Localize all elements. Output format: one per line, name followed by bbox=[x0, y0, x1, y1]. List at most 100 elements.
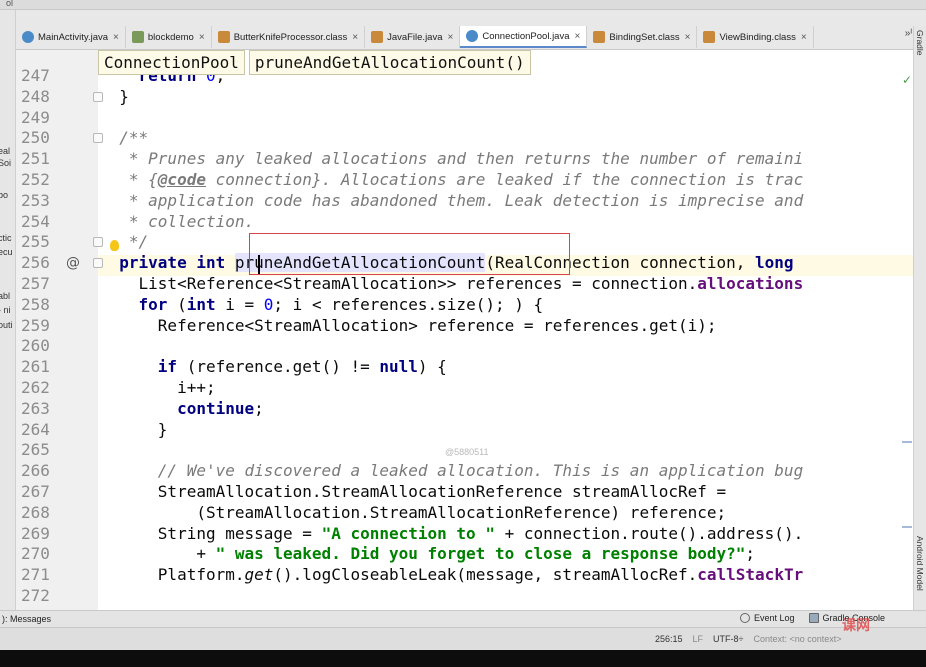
code-line[interactable]: */ bbox=[100, 232, 148, 253]
code-token: callStackTr bbox=[697, 565, 804, 585]
code-line[interactable]: * Prunes any leaked allocations and then… bbox=[100, 149, 803, 170]
code-token: (StreamAllocation.StreamAllocationRefere… bbox=[100, 502, 727, 522]
code-line[interactable]: for (int i = 0; i < references.size(); )… bbox=[100, 294, 544, 316]
code-line[interactable]: /** bbox=[100, 128, 148, 149]
code-token: i++; bbox=[100, 378, 216, 397]
fold-toggle-icon[interactable] bbox=[93, 258, 103, 269]
tab-mainactivity-java[interactable]: MainActivity.java × bbox=[16, 26, 126, 48]
code-editor[interactable]: return 0; } /** * Prunes any leaked allo… bbox=[98, 50, 913, 610]
tab-connectionpool-java[interactable]: ConnectionPool.java × bbox=[460, 26, 588, 48]
video-watermark-id: @5880511 bbox=[445, 447, 489, 457]
code-line[interactable]: * collection. bbox=[100, 212, 254, 233]
code-line[interactable]: String message = "A connection to " + co… bbox=[100, 524, 803, 545]
line-number: 262 bbox=[21, 378, 50, 397]
code-token: int bbox=[186, 294, 226, 314]
code-token: 0 bbox=[263, 294, 274, 314]
tab-butterknifeprocessor-class[interactable]: ButterKnifeProcessor.class × bbox=[212, 26, 366, 48]
code-line[interactable]: Platform.get().logCloseableLeak(message,… bbox=[100, 565, 803, 586]
file-encoding[interactable]: UTF-8÷ bbox=[713, 634, 743, 644]
code-token: String message = bbox=[100, 523, 322, 543]
close-tab-icon[interactable]: × bbox=[575, 31, 581, 42]
tab-blockdemo[interactable]: blockdemo × bbox=[126, 26, 212, 48]
code-token: * Prunes any leaked allocations and then… bbox=[100, 149, 804, 169]
close-tab-icon[interactable]: × bbox=[448, 32, 454, 43]
tab-label: ButterKnifeProcessor.class bbox=[233, 31, 348, 43]
close-tab-icon[interactable]: × bbox=[352, 32, 358, 43]
context-indicator[interactable]: Context: <no context> bbox=[754, 634, 842, 644]
code-token: /** bbox=[100, 128, 149, 148]
code-line[interactable]: // We've discovered a leaked allocation.… bbox=[100, 461, 803, 482]
left-tool-panel-edge: eal Soi bo ctic ecu abl - ni outi bbox=[0, 10, 16, 610]
code-token: i = bbox=[225, 294, 264, 314]
code-line[interactable]: if (reference.get() != null) { bbox=[100, 357, 447, 378]
close-tab-icon[interactable]: × bbox=[685, 32, 691, 43]
breadcrumb-method[interactable]: pruneAndGetAllocationCount() bbox=[248, 50, 531, 75]
code-line[interactable]: Reference<StreamAllocation> reference = … bbox=[100, 316, 717, 337]
code-line[interactable]: } bbox=[100, 420, 168, 441]
close-tab-icon[interactable]: × bbox=[801, 32, 807, 43]
tab-bindingset-class[interactable]: BindingSet.class × bbox=[587, 26, 698, 48]
tab-label: BindingSet.class bbox=[609, 31, 680, 43]
code-line[interactable]: * {@code connection}. Allocations are le… bbox=[100, 170, 803, 191]
line-number: 258 bbox=[21, 294, 50, 314]
gradle-tool-window-tab[interactable]: Gradle bbox=[915, 30, 925, 56]
code-line[interactable]: continue; bbox=[100, 399, 264, 420]
fold-toggle-icon[interactable] bbox=[93, 91, 103, 102]
code-token: ; bbox=[745, 544, 756, 564]
code-token: null bbox=[379, 357, 418, 377]
caret-position[interactable]: 256:15 bbox=[655, 634, 683, 644]
file-encoding-label: UTF-8 bbox=[713, 634, 739, 644]
intention-bulb-icon[interactable] bbox=[110, 240, 119, 251]
event-log-icon bbox=[740, 613, 750, 623]
code-token: + connection.route().address(). bbox=[494, 523, 804, 543]
scrollbar-marker[interactable] bbox=[902, 441, 912, 443]
code-line[interactable]: + " was leaked. Did you forget to close … bbox=[100, 544, 755, 565]
override-gutter-icon[interactable]: @ bbox=[66, 255, 80, 271]
code-token: ) { bbox=[417, 357, 447, 377]
breadcrumb-class[interactable]: ConnectionPool bbox=[98, 50, 245, 75]
code-line[interactable]: List<Reference<StreamAllocation>> refere… bbox=[100, 274, 804, 295]
letterbox-bar bbox=[0, 650, 926, 667]
close-tab-icon[interactable]: × bbox=[113, 32, 119, 43]
left-panel-fragment: bo bbox=[0, 190, 9, 200]
ide-window: ol eal Soi bo ctic ecu abl - ni outi MainActivi… bbox=[0, 0, 926, 650]
line-number: 271 bbox=[21, 565, 50, 585]
java-file-icon bbox=[371, 31, 384, 43]
encoding-dropdown-icon: ÷ bbox=[738, 634, 744, 644]
fold-toggle-icon[interactable] bbox=[93, 237, 103, 248]
status-bar: 256:15 LF UTF-8÷ Context: <no context> bbox=[0, 627, 926, 650]
tab-overflow-icon[interactable]: »ᴵ bbox=[905, 28, 912, 39]
code-token: long bbox=[755, 253, 794, 273]
event-log-button[interactable]: Event Log bbox=[740, 613, 795, 623]
code-token: + bbox=[100, 544, 216, 564]
tab-viewbinding-class[interactable]: ViewBinding.class × bbox=[697, 26, 814, 48]
code-token: * { bbox=[100, 170, 158, 189]
tab-label: blockdemo bbox=[147, 31, 194, 43]
tab-javafile-java[interactable]: JavaFile.java × bbox=[365, 26, 461, 48]
inspection-ok-icon[interactable]: ✓ bbox=[902, 73, 912, 87]
text-caret bbox=[258, 255, 260, 274]
tab-label: JavaFile.java bbox=[387, 31, 443, 43]
tool-window-bar: ): Messages Event Log Gradle Console bbox=[0, 610, 926, 627]
code-line[interactable]: (StreamAllocation.StreamAllocationRefere… bbox=[100, 503, 726, 524]
editor-gutter[interactable]: 247 248 249 250 251 252 253 254 255 256 257 258 259 2… bbox=[16, 50, 98, 610]
code-line[interactable]: } bbox=[100, 87, 129, 108]
code-line[interactable]: i++; bbox=[100, 378, 216, 399]
code-token: List<Reference<StreamAllocation>> refere… bbox=[100, 274, 698, 293]
android-model-tool-window-tab[interactable]: Android Model bbox=[915, 536, 925, 591]
line-number: 251 bbox=[21, 149, 50, 169]
left-panel-fragment: outi bbox=[0, 320, 13, 330]
scrollbar-marker[interactable] bbox=[902, 526, 912, 528]
code-token: ; bbox=[254, 398, 264, 418]
line-separator[interactable]: LF bbox=[693, 634, 704, 644]
line-number: 263 bbox=[21, 398, 50, 418]
close-tab-icon[interactable]: × bbox=[199, 32, 205, 43]
fold-toggle-icon[interactable] bbox=[93, 133, 103, 144]
code-line[interactable]: * application code has abandoned them. L… bbox=[100, 191, 803, 212]
code-line[interactable]: StreamAllocation.StreamAllocationReferen… bbox=[100, 482, 726, 503]
messages-tool-tab[interactable]: ): Messages bbox=[2, 614, 51, 624]
gradle-console-icon bbox=[808, 613, 819, 623]
left-panel-fragment: eal bbox=[0, 146, 11, 156]
code-token: " was leaked. Did you forget to close a … bbox=[215, 544, 746, 564]
line-number: 248 bbox=[21, 86, 50, 106]
